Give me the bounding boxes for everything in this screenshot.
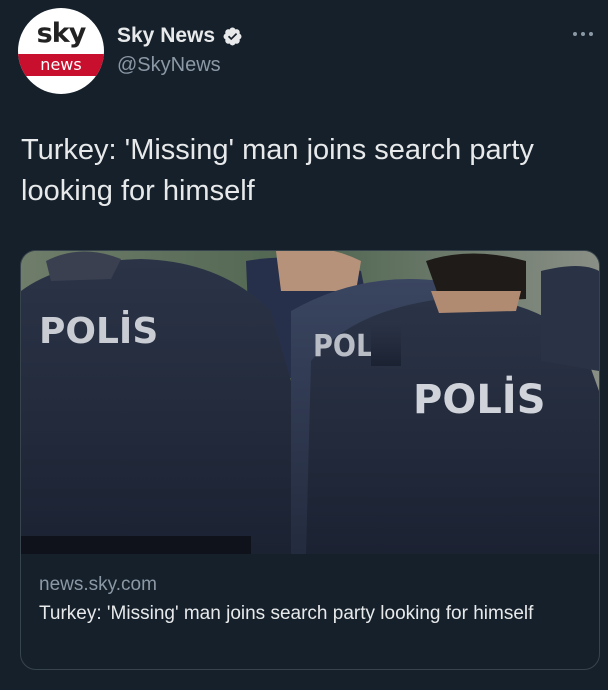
tweet[interactable]: sky news Sky News @SkyNews Turkey: 'Miss…	[0, 0, 608, 690]
card-image[interactable]: POLİS POLİS POLİS	[21, 251, 599, 554]
polis-text-left: POLİS	[39, 310, 158, 352]
polis-text-right: POLİS	[413, 375, 546, 423]
handle[interactable]: @SkyNews	[117, 54, 221, 77]
police-officers-photo: POLİS POLİS POLİS	[21, 251, 599, 554]
logo-sky-text: sky	[36, 18, 87, 49]
author-name-row[interactable]: Sky News	[117, 24, 243, 48]
more-horizontal-icon[interactable]	[572, 24, 594, 44]
display-name[interactable]: Sky News	[117, 24, 215, 48]
verified-badge-icon	[223, 27, 242, 45]
link-card[interactable]: POLİS POLİS POLİS news.sky.com Turkey: '…	[20, 250, 600, 670]
avatar[interactable]: sky news	[18, 8, 104, 94]
logo-news-band: news	[18, 54, 104, 76]
card-domain: news.sky.com	[39, 574, 157, 595]
card-title[interactable]: Turkey: 'Missing' man joins search party…	[39, 600, 581, 627]
tweet-text: Turkey: 'Missing' man joins search party…	[21, 134, 534, 207]
card-meta[interactable]: news.sky.com Turkey: 'Missing' man joins…	[21, 554, 599, 627]
